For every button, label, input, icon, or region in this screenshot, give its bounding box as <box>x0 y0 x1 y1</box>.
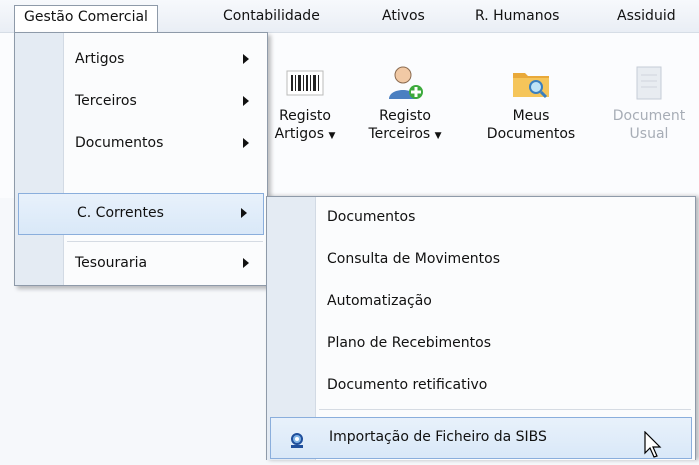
menu-item-documentos[interactable]: Documentos <box>17 123 265 163</box>
submenu-item-consulta-movimentos[interactable]: Consulta de Movimentos <box>269 239 693 279</box>
chevron-right-icon <box>243 54 249 64</box>
chevron-right-icon <box>243 96 249 106</box>
registo-terceiros-button[interactable]: Registo Terceiros ▼ <box>360 63 450 145</box>
meus-documentos-button[interactable]: Meus Documentos <box>486 63 576 143</box>
registo-artigos-button[interactable]: Registo Artigos ▼ <box>260 63 350 145</box>
add-user-icon <box>385 63 425 103</box>
menu-contabilidade[interactable]: Contabilidade <box>214 5 329 28</box>
menu-ativos[interactable]: Ativos <box>373 5 434 28</box>
folder-search-icon <box>511 63 551 103</box>
gestao-comercial-menu: Artigos Terceiros Documentos C. Corrente… <box>14 32 268 286</box>
barcode-icon <box>285 63 325 103</box>
documento-usual-button[interactable]: Document Usual <box>604 63 694 143</box>
c-correntes-submenu: Documentos Consulta de Movimentos Automa… <box>266 196 696 460</box>
menu-item-tesouraria[interactable]: Tesouraria <box>17 243 265 283</box>
submenu-item-importacao-sibs[interactable]: Importação de Ficheiro da SIBS <box>270 417 692 459</box>
menu-separator <box>67 241 263 242</box>
menu-gestao-comercial[interactable]: Gestão Comercial <box>14 5 158 33</box>
menu-item-terceiros[interactable]: Terceiros <box>17 81 265 121</box>
chevron-down-icon: ▼ <box>328 131 336 141</box>
submenu-item-automatizacao[interactable]: Automatização <box>269 281 693 321</box>
mouse-cursor-icon <box>644 430 664 459</box>
menu-recursos-humanos[interactable]: R. Humanos <box>466 5 568 28</box>
menu-assiduidade[interactable]: Assiduid <box>608 5 685 28</box>
submenu-item-documentos[interactable]: Documentos <box>269 197 693 237</box>
menu-item-c-correntes[interactable]: C. Correntes <box>18 193 264 235</box>
sibs-import-icon <box>287 427 307 448</box>
chevron-right-icon <box>241 208 247 218</box>
submenu-separator <box>319 409 691 410</box>
menu-item-artigos[interactable]: Artigos <box>17 39 265 79</box>
document-icon <box>629 63 669 103</box>
submenu-item-plano-recebimentos[interactable]: Plano de Recebimentos <box>269 323 693 363</box>
submenu-item-documento-retificativo[interactable]: Documento retificativo <box>269 365 693 405</box>
chevron-right-icon <box>243 138 249 148</box>
chevron-down-icon: ▼ <box>434 131 442 141</box>
chevron-right-icon <box>243 258 249 268</box>
menu-bar: Gestão Comercial Contabilidade Ativos R.… <box>0 0 699 33</box>
